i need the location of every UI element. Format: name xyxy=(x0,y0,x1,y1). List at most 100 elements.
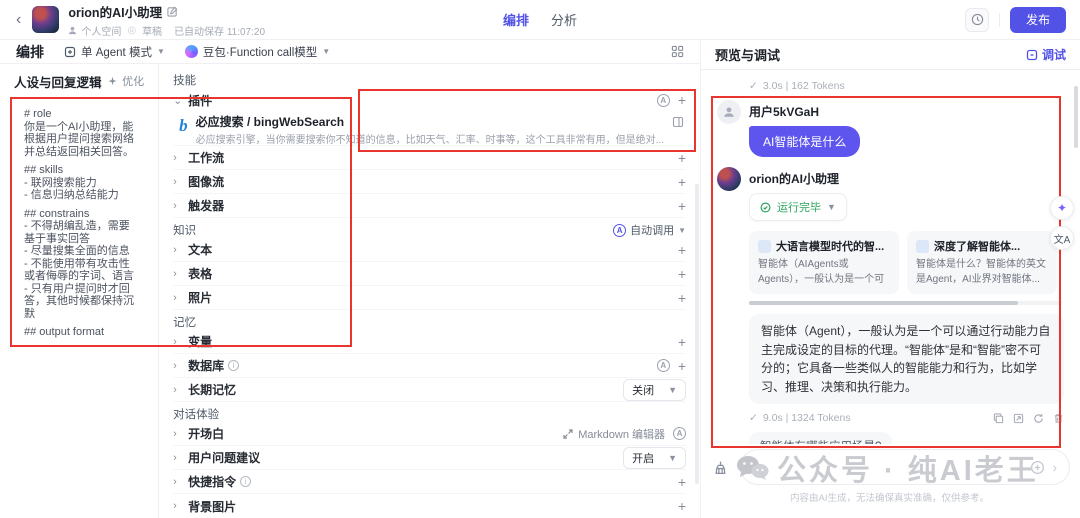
cards-scrollbar[interactable] xyxy=(749,301,1062,305)
agent-mode-select[interactable]: 单 Agent 模式 ▼ xyxy=(64,44,165,60)
auto-call-icon[interactable]: A xyxy=(673,427,686,440)
model-select[interactable]: 豆包·Function call模型 ▼ xyxy=(184,44,331,60)
chevron-down-icon: ▼ xyxy=(668,452,677,463)
plugin-detail-icon[interactable] xyxy=(672,116,684,128)
chevron-right-icon: › xyxy=(173,175,177,188)
add-photo-knowledge-button[interactable]: + xyxy=(678,291,686,305)
result-card[interactable]: 大语言模型时代的智... 智能体（AIAgents或 Agents），一般认为是… xyxy=(749,231,899,294)
quote-icon[interactable] xyxy=(1013,413,1024,424)
agent-mode-icon xyxy=(64,46,76,58)
draft-status-label: 草稿 xyxy=(142,26,163,38)
memory-section-label: 记忆 xyxy=(173,317,197,329)
section-row-shortcut[interactable]: › 快捷指令 i + xyxy=(173,470,686,494)
add-imageflow-button[interactable]: + xyxy=(678,175,686,189)
bing-icon: b xyxy=(179,116,188,135)
section-row-variable[interactable]: › 变量 + xyxy=(173,330,686,354)
publish-button[interactable]: 发布 xyxy=(1010,6,1066,33)
layout-grid-icon[interactable] xyxy=(671,45,684,58)
chevron-right-icon: › xyxy=(173,359,177,372)
debug-button[interactable]: 调试 xyxy=(1026,46,1066,63)
section-row-database[interactable]: › 数据库 i A + xyxy=(173,354,686,378)
translate-icon[interactable]: 文A xyxy=(1050,226,1074,250)
check-circle-icon xyxy=(760,202,771,212)
chevron-right-icon: › xyxy=(173,427,177,440)
chevron-down-icon: ▼ xyxy=(322,47,331,56)
autosave-label: 已自动保存 11:07:20 xyxy=(174,26,266,38)
delete-icon[interactable] xyxy=(1053,413,1064,424)
status-icon: ◎ xyxy=(127,24,137,36)
optimize-button[interactable]: 优化 xyxy=(107,73,144,89)
chat-input-area: › 公众号 · 纯AI老王 内容由AI生成，无法确保真实准确，仅供参考。 xyxy=(701,444,1080,518)
ai-disclaimer: 内容由AI生成，无法确保真实准确，仅供参考。 xyxy=(790,493,989,504)
plugin-item-bing[interactable]: b 必应搜索 / bingWebSearch 必应搜索引擎，当你需要搜索你不知道… xyxy=(173,112,686,146)
top-tabs: 编排 分析 xyxy=(503,10,577,29)
user-avatar xyxy=(717,100,741,124)
refresh-icon[interactable] xyxy=(1033,413,1044,424)
expand-icon xyxy=(563,428,573,439)
page-title: 编排 xyxy=(16,43,44,60)
markdown-editor-button[interactable]: Markdown 编辑器 xyxy=(563,426,665,442)
chevron-down-icon: ▼ xyxy=(827,202,836,212)
add-variable-button[interactable]: + xyxy=(678,335,686,349)
section-row-text-knowledge[interactable]: › 文本 + xyxy=(173,238,686,262)
copy-icon[interactable] xyxy=(993,413,1004,424)
send-icon[interactable]: › xyxy=(1053,460,1057,475)
sparkle-icon xyxy=(107,76,118,87)
scrollbar[interactable] xyxy=(1074,86,1078,148)
chevron-right-icon: › xyxy=(173,475,177,488)
add-background-button[interactable]: + xyxy=(678,499,686,513)
section-row-trigger[interactable]: › 触发器 + xyxy=(173,194,686,218)
suggested-question[interactable]: 智能体有哪些应用场景? xyxy=(749,432,1064,444)
chevron-right-icon: › xyxy=(173,500,177,512)
auto-call-icon[interactable]: A xyxy=(656,93,670,107)
result-card[interactable]: 深度了解智能体... 智能体是什么？智能体的英文是Agent，AI业界对智能体.… xyxy=(907,231,1057,294)
chat-area: ✓ 3.0s | 162 Tokens 用户5kVGaH AI智能体是什么 or… xyxy=(701,70,1080,444)
section-row-table-knowledge[interactable]: › 表格 + xyxy=(173,262,686,286)
add-text-knowledge-button[interactable]: + xyxy=(678,243,686,257)
section-row-opening[interactable]: › 开场白 Markdown 编辑器 A xyxy=(173,422,686,446)
preview-panel: 预览与调试 调试 ✓ 3.0s | 162 Tokens 用户5kVGaH AI… xyxy=(700,40,1080,518)
back-button[interactable]: ‹ xyxy=(14,11,23,29)
plugin-section-row[interactable]: ⌄ 插件 A + xyxy=(173,88,686,112)
scrollbar[interactable] xyxy=(695,184,699,484)
suggestion-toggle-select[interactable]: 开启 ▼ xyxy=(623,446,686,469)
section-row-workflow[interactable]: › 工作流 + xyxy=(173,146,686,170)
run-status-pill[interactable]: 运行完毕 ▼ xyxy=(749,193,847,221)
auto-call-icon[interactable]: A xyxy=(656,359,670,372)
bot-name: orion的AI小助理 xyxy=(749,172,839,186)
section-row-imageflow[interactable]: › 图像流 + xyxy=(173,170,686,194)
prompt-editor[interactable]: # role 你是一个AI小助理，能根据用户提问搜索网络并总结返回相关回答。 ## … xyxy=(14,100,144,338)
doubao-model-icon xyxy=(184,45,198,58)
auto-call-select[interactable]: A 自动调用 ▼ xyxy=(613,222,686,238)
section-row-long-term-memory[interactable]: › 长期记忆 关闭 ▼ xyxy=(173,378,686,402)
bot-avatar xyxy=(717,167,741,191)
clear-context-icon[interactable] xyxy=(709,456,732,479)
workspace-label: 个人空间 xyxy=(81,26,122,38)
long-term-memory-select[interactable]: 关闭 ▼ xyxy=(623,378,686,401)
section-row-user-question-suggestion[interactable]: › 用户问题建议 开启 ▼ xyxy=(173,446,686,470)
chevron-right-icon: › xyxy=(173,291,177,304)
section-row-background-image[interactable]: › 背景图片 + xyxy=(173,494,686,518)
info-icon: i xyxy=(240,476,252,487)
add-database-button[interactable]: + xyxy=(678,359,686,373)
preview-title: 预览与调试 xyxy=(715,48,781,63)
add-plugin-button[interactable]: + xyxy=(678,93,686,107)
chevron-right-icon: › xyxy=(173,383,177,396)
section-row-photo-knowledge[interactable]: › 照片 + xyxy=(173,286,686,310)
plugin-item-desc: 必应搜索引擎，当你需要搜索你不知道的信息，比如天气、汇率、时事等，这个工具非常有… xyxy=(195,135,664,146)
ai-assist-icon[interactable]: ✦ xyxy=(1050,196,1074,220)
skills-panel: 技能 ⌄ 插件 A + b 必应搜索 / bingWebSearch 必应搜索引… xyxy=(159,64,700,518)
add-trigger-button[interactable]: + xyxy=(678,199,686,213)
attach-icon[interactable] xyxy=(1030,460,1045,475)
add-table-knowledge-button[interactable]: + xyxy=(678,267,686,281)
favicon xyxy=(916,239,929,253)
edit-title-icon[interactable] xyxy=(167,6,178,17)
history-icon[interactable] xyxy=(965,7,989,32)
user-name: 用户5kVGaH xyxy=(749,105,820,119)
favicon xyxy=(758,239,771,253)
message-input[interactable]: › xyxy=(740,449,1070,485)
add-shortcut-button[interactable]: + xyxy=(678,475,686,489)
add-workflow-button[interactable]: + xyxy=(678,151,686,165)
tab-analyze[interactable]: 分析 xyxy=(551,10,577,29)
tab-orchestrate[interactable]: 编排 xyxy=(503,10,529,29)
